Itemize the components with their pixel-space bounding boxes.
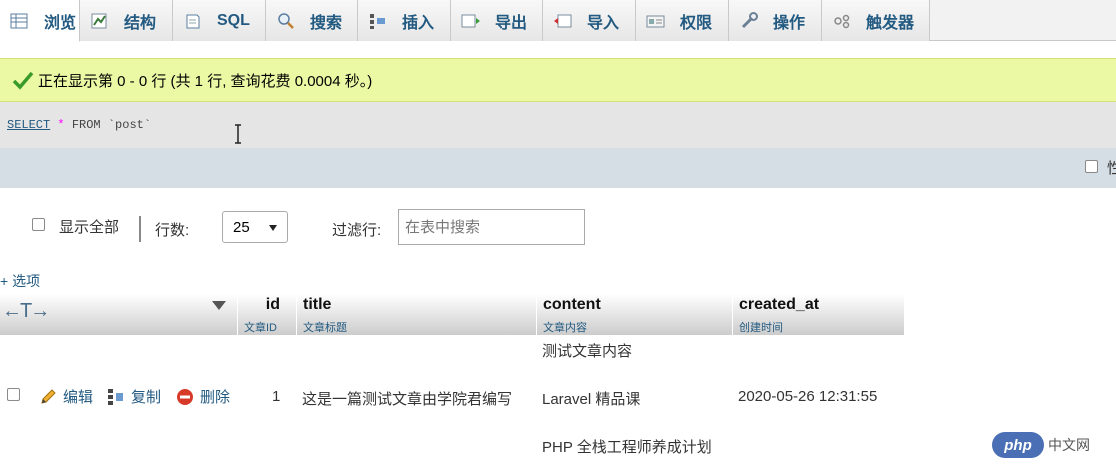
column-header-id[interactable]: id 文章ID	[238, 294, 297, 335]
sort-dropdown-icon[interactable]	[212, 301, 226, 310]
edit-row-button[interactable]: 编辑	[39, 386, 93, 407]
chevron-down-icon	[269, 225, 277, 231]
tab-privileges[interactable]: 权限	[636, 0, 729, 41]
cell-content-line-1[interactable]: 测试文章内容	[542, 340, 632, 361]
export-icon	[461, 12, 481, 30]
sql-star: *	[57, 118, 65, 132]
sql-icon	[183, 12, 203, 30]
column-header-title[interactable]: title 文章标题	[297, 294, 537, 335]
tab-structure[interactable]: 结构	[80, 0, 173, 41]
filter-rows-input[interactable]	[398, 209, 585, 245]
watermark-logo: php	[992, 432, 1044, 458]
show-all-label: 显示全部	[59, 219, 120, 236]
column-header-content[interactable]: content 文章内容	[537, 294, 733, 335]
status-text: 正在显示第 0 - 0 行 (共 1 行, 查询花费 0.0004 秒。)	[38, 72, 373, 90]
profiling-checkbox[interactable]	[1085, 160, 1098, 173]
column-resize-arrows-icon[interactable]: ←T→	[2, 300, 50, 323]
watermark: php 中文网	[992, 430, 1112, 460]
tab-bar: 浏览 结构 SQL 搜索 插入 导出 导入 权限 操作 触发器	[0, 0, 1116, 42]
watermark-text: 中文网	[1048, 437, 1090, 453]
delete-row-button[interactable]: 删除	[176, 386, 230, 407]
tab-insert[interactable]: 插入	[358, 0, 451, 41]
cell-id[interactable]: 1	[272, 388, 280, 405]
options-link[interactable]: + 选项	[0, 271, 40, 291]
copy-icon	[107, 388, 125, 406]
sql-keyword-select[interactable]: SELECT	[7, 118, 50, 132]
tab-operations[interactable]: 操作	[729, 0, 822, 41]
table-header: ←T→ id 文章ID title 文章标题 content 文章内容 crea…	[0, 294, 905, 335]
structure-icon	[90, 12, 110, 30]
pencil-icon	[39, 388, 57, 406]
copy-row-button[interactable]: 复制	[107, 386, 161, 407]
privileges-icon	[646, 12, 666, 30]
tab-search[interactable]: 搜索	[266, 0, 358, 41]
profiling-bar: 性	[0, 148, 1116, 188]
actions-column-header: ←T→	[0, 294, 238, 335]
nav-separator	[139, 216, 141, 242]
tab-browse[interactable]: 浏览	[0, 0, 80, 42]
checkmark-icon	[12, 70, 34, 90]
tab-triggers[interactable]: 触发器	[822, 0, 930, 41]
cell-title[interactable]: 这是一篇测试文章由学院君编写	[302, 388, 512, 409]
triggers-icon	[832, 12, 852, 30]
browse-icon	[10, 12, 30, 30]
tab-import[interactable]: 导入	[543, 0, 636, 41]
insert-icon	[368, 12, 388, 30]
column-header-created-at[interactable]: created_at 创建时间	[733, 294, 905, 335]
wrench-icon	[739, 11, 759, 30]
profiling-label: 性	[1107, 160, 1116, 177]
tab-export[interactable]: 导出	[451, 0, 543, 41]
text-cursor-icon	[233, 123, 243, 145]
tab-sql[interactable]: SQL	[173, 0, 266, 41]
rows-label: 行数:	[155, 222, 190, 239]
cell-content-line-3[interactable]: PHP 全栈工程师养成计划	[542, 436, 712, 457]
show-all-checkbox[interactable]	[32, 218, 45, 231]
sql-query[interactable]: SELECT * FROM `post`	[7, 118, 151, 132]
row-checkbox[interactable]	[7, 388, 20, 401]
filter-rows-label: 过滤行:	[332, 222, 382, 239]
sql-query-box: SELECT * FROM `post`	[0, 102, 1116, 148]
import-icon	[553, 12, 573, 30]
rows-per-page-select[interactable]: 25	[222, 211, 288, 243]
delete-icon	[176, 388, 194, 406]
search-icon	[276, 12, 296, 30]
cell-created-at[interactable]: 2020-05-26 12:31:55	[738, 388, 877, 405]
cell-content-line-2[interactable]: Laravel 精品课	[542, 388, 640, 409]
query-success-message: 正在显示第 0 - 0 行 (共 1 行, 查询花费 0.0004 秒。)	[0, 58, 1116, 102]
sql-rest: FROM `post`	[71, 118, 152, 132]
